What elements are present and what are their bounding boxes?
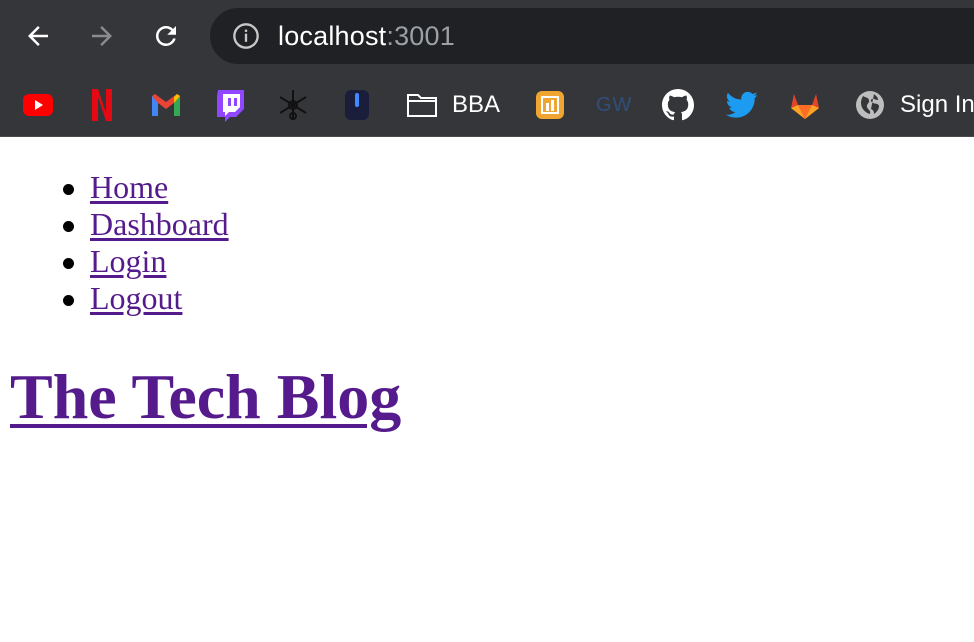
- bookmarks-bar: BBA GW Sign In: [0, 72, 974, 137]
- app-icon: [345, 90, 369, 120]
- twitter-icon: [726, 91, 758, 118]
- bookmark-chart-app[interactable]: [534, 88, 566, 122]
- bookmark-gmail[interactable]: [150, 88, 182, 122]
- globe-icon: [856, 91, 884, 119]
- back-button[interactable]: [18, 16, 58, 56]
- bookmark-folder-label: BBA: [452, 91, 501, 118]
- back-arrow-icon: [28, 26, 48, 46]
- youtube-icon: [23, 94, 53, 116]
- bullet-icon: [63, 221, 74, 232]
- bookmark-github[interactable]: [662, 88, 694, 122]
- bookmark-snowflake[interactable]: [276, 88, 310, 122]
- bookmark-app[interactable]: [342, 88, 372, 122]
- bookmark-gitlab[interactable]: [788, 88, 822, 122]
- netflix-icon: [92, 89, 112, 121]
- page-title: The Tech Blog: [10, 359, 401, 435]
- url-port: :3001: [386, 20, 455, 51]
- bullet-icon: [63, 258, 74, 269]
- nav-link-home[interactable]: Home: [90, 169, 168, 205]
- github-icon: [662, 89, 694, 121]
- reload-icon: [155, 25, 176, 46]
- nav-link-login[interactable]: Login: [90, 243, 166, 279]
- twitch-icon: [217, 90, 244, 122]
- bookmark-sign-in-label: Sign In: [900, 91, 974, 118]
- bookmark-netflix[interactable]: [90, 88, 114, 122]
- url-host: localhost: [278, 20, 387, 51]
- forward-button[interactable]: [82, 16, 122, 56]
- nav-link-dashboard[interactable]: Dashboard: [90, 206, 229, 242]
- bullet-icon: [63, 184, 74, 195]
- bookmark-twitch[interactable]: [214, 88, 246, 122]
- chart-app-icon: [536, 91, 564, 119]
- gitlab-icon: [791, 94, 819, 119]
- bookmark-twitter[interactable]: [726, 88, 758, 122]
- nav-item-login: Login: [0, 243, 229, 280]
- bookmark-youtube[interactable]: [22, 88, 54, 122]
- main-nav: Home Dashboard Login Logout: [0, 169, 229, 317]
- nav-item-home: Home: [0, 169, 229, 206]
- forward-arrow-icon: [92, 26, 112, 46]
- site-title-link[interactable]: The Tech Blog: [10, 361, 401, 432]
- nav-link-logout[interactable]: Logout: [90, 280, 182, 316]
- reload-button[interactable]: [146, 16, 186, 56]
- address-bar[interactable]: localhost:3001: [210, 8, 974, 64]
- url-text[interactable]: localhost:3001: [278, 21, 455, 52]
- bookmark-folder-bba[interactable]: BBA: [406, 88, 500, 122]
- nav-item-logout: Logout: [0, 280, 229, 317]
- info-icon[interactable]: [232, 22, 260, 50]
- gw-icon: GW: [596, 93, 633, 116]
- folder-icon: [407, 94, 437, 117]
- browser-toolbar: localhost:3001: [0, 0, 974, 72]
- snowflake-icon: [279, 90, 307, 120]
- bookmark-sign-in[interactable]: Sign In: [854, 88, 974, 122]
- browser-chrome: localhost:3001 BBA GW Sign In: [0, 0, 974, 137]
- nav-item-dashboard: Dashboard: [0, 206, 229, 243]
- bullet-icon: [63, 295, 74, 306]
- gmail-icon: [152, 94, 180, 116]
- bookmark-gw[interactable]: GW: [596, 88, 632, 122]
